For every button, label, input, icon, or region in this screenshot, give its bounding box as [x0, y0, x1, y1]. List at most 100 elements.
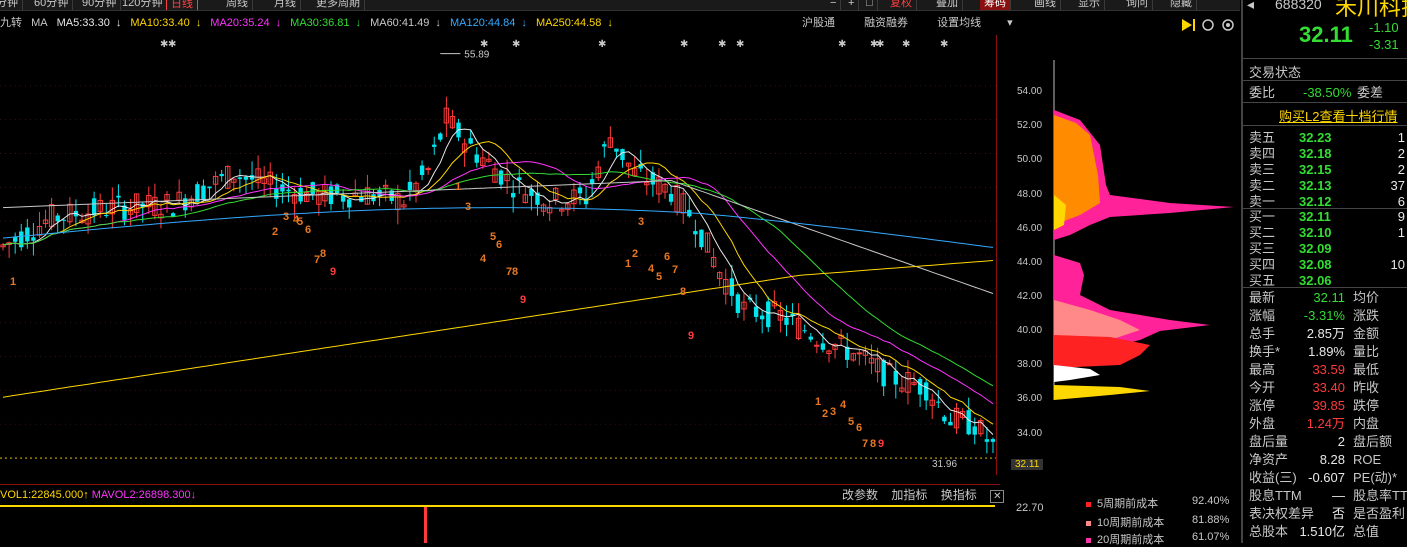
- change-params-button[interactable]: 改参数: [842, 488, 878, 502]
- price-tick: 54.00: [1017, 86, 1043, 97]
- weibi-row: 委比 -38.50% 委差: [1249, 85, 1384, 100]
- close-icon[interactable]: ✕: [990, 490, 1005, 503]
- l2-upgrade-link[interactable]: 购买L2查看十档行情: [1279, 106, 1397, 125]
- stock-name: 禾川科技: [1335, 0, 1407, 20]
- draw-line-button[interactable]: 画线: [1030, 0, 1061, 10]
- candle-body: [766, 301, 771, 328]
- stat-label: 盘后量: [1249, 434, 1289, 449]
- stock-code: 688320: [1275, 0, 1322, 12]
- event-star-icon: ✱: [680, 39, 688, 50]
- tab-90min[interactable]: 90分钟: [78, 0, 122, 10]
- tab-more-periods[interactable]: 更多周期: [312, 0, 365, 10]
- candle-body: [893, 370, 898, 385]
- stat-row: 收益(三) -0.607 PE(动)*: [1249, 469, 1407, 486]
- vol1-value: VOL1:22845.000: [0, 489, 84, 501]
- stat-label: 涨幅: [1249, 308, 1276, 323]
- stat-row: 涨停 39.85 跌停: [1249, 397, 1407, 414]
- hugutong-link[interactable]: 沪股通: [802, 17, 835, 29]
- tab-minute[interactable]: 分钟: [0, 0, 23, 10]
- chip-button[interactable]: 筹码: [980, 0, 1011, 10]
- set-ma-link[interactable]: 设置均线: [937, 17, 981, 29]
- stat-value: 否: [1331, 506, 1345, 521]
- minus-button[interactable]: −: [826, 0, 842, 10]
- stat-label-right: 股息率TTM: [1353, 488, 1407, 503]
- plus-button[interactable]: +: [844, 0, 860, 10]
- bid-row[interactable]: 买五 32.06: [1249, 272, 1407, 289]
- candle-body: [856, 352, 863, 355]
- fuquan-button[interactable]: 复权: [886, 0, 917, 10]
- ask-row[interactable]: 卖五 32.23 1: [1249, 129, 1407, 146]
- volume-line: [0, 505, 995, 507]
- td-count: 1: [10, 276, 16, 288]
- stat-value: 33.40: [1312, 380, 1345, 395]
- ask-price: 32.23: [1299, 130, 1332, 145]
- tab-monthly[interactable]: 月线: [270, 0, 301, 10]
- candle-body: [328, 186, 334, 205]
- bid-row[interactable]: 买一 32.11 9: [1249, 208, 1407, 225]
- kline-chart[interactable]: 55.8931.96✱ ✱ ✱ ✱ ✱ ✱ ✱ ✱ ✱ ✱✱ ✱ ✱123 4567 89135647 89…: [0, 35, 1000, 475]
- td-count: 2: [822, 408, 828, 420]
- td-count: 6: [496, 239, 502, 251]
- ma250-line: [2, 260, 994, 398]
- square-button[interactable]: □: [862, 0, 878, 10]
- stat-value: 32.11: [1313, 290, 1345, 305]
- ma-label: MA: [31, 17, 48, 29]
- switch-indicator-button[interactable]: 换指标: [941, 488, 977, 502]
- tab-daily[interactable]: 日线: [166, 0, 198, 10]
- ask-row[interactable]: 卖二 32.13 37: [1249, 177, 1407, 194]
- display-button[interactable]: 显示: [1074, 0, 1105, 10]
- stat-row: 涨幅 -3.31% 涨跌: [1249, 307, 1407, 324]
- nav-arrow-icon[interactable]: ◂: [1247, 0, 1254, 13]
- stat-row: 总股本 1.510亿 总值: [1249, 523, 1407, 540]
- bid-row[interactable]: 买二 32.10 1: [1249, 224, 1407, 241]
- stat-value: 33.59: [1312, 362, 1345, 377]
- stat-label: 股息TTM: [1249, 488, 1302, 503]
- candle-body: [407, 181, 413, 191]
- current-price-tag: 32.11: [1011, 459, 1044, 470]
- stat-value: 2.85万: [1306, 326, 1345, 341]
- td-count: 2: [272, 226, 278, 238]
- inquiry-button[interactable]: 询问: [1122, 0, 1153, 10]
- stat-label: 收益(三): [1249, 470, 1297, 485]
- stat-label: 净资产: [1249, 452, 1289, 467]
- bid-row[interactable]: 买三 32.09: [1249, 240, 1407, 257]
- stat-row: 最新 32.11 均价: [1249, 289, 1407, 306]
- tab-weekly[interactable]: 周线: [222, 0, 253, 10]
- price-tick: 34.00: [1017, 428, 1043, 439]
- td-count: 5: [297, 216, 303, 228]
- bid-price: 32.08: [1299, 257, 1332, 272]
- bid-level-label: 买五: [1249, 273, 1276, 288]
- bid-level-label: 买三: [1249, 241, 1276, 256]
- hide-button[interactable]: 隐藏: [1166, 0, 1197, 10]
- ask-price: 32.13: [1299, 178, 1332, 193]
- bid-level-label: 买二: [1249, 225, 1276, 240]
- candle-body: [347, 199, 352, 208]
- candle-body: [759, 315, 765, 320]
- add-indicator-button[interactable]: 加指标: [891, 488, 927, 502]
- candle-body: [19, 231, 24, 248]
- stat-value: 8.28: [1319, 452, 1345, 467]
- stat-value: 1.89%: [1308, 344, 1345, 359]
- stat-label-right: ROE: [1353, 452, 1382, 467]
- candle-body: [620, 149, 625, 161]
- td-count: 7: [862, 438, 868, 450]
- candle-body: [966, 410, 971, 435]
- ask-row[interactable]: 卖四 32.18 2: [1249, 145, 1407, 162]
- stat-label-right: 是否盈利: [1353, 506, 1406, 521]
- tab-60min[interactable]: 60分钟: [30, 0, 74, 10]
- td-count: 3: [638, 216, 644, 228]
- ask-level-label: 卖四: [1249, 146, 1276, 161]
- candle-body: [25, 227, 30, 242]
- bid-row[interactable]: 买四 32.08 10: [1249, 256, 1407, 273]
- candle-body: [808, 336, 813, 340]
- ask-row[interactable]: 卖三 32.15 2: [1249, 161, 1407, 178]
- stat-label: 最高: [1249, 362, 1276, 377]
- candle-body: [668, 193, 674, 202]
- chip-tool-icons[interactable]: [1178, 16, 1238, 34]
- tab-120min[interactable]: 120分钟: [118, 0, 168, 10]
- candle-body: [510, 192, 516, 198]
- margin-trading-link[interactable]: 融资融券: [864, 17, 908, 29]
- stat-label: 表决权差异: [1249, 506, 1315, 521]
- overlay-button[interactable]: 叠加: [932, 0, 963, 10]
- stat-row: 净资产 8.28 ROE: [1249, 451, 1407, 468]
